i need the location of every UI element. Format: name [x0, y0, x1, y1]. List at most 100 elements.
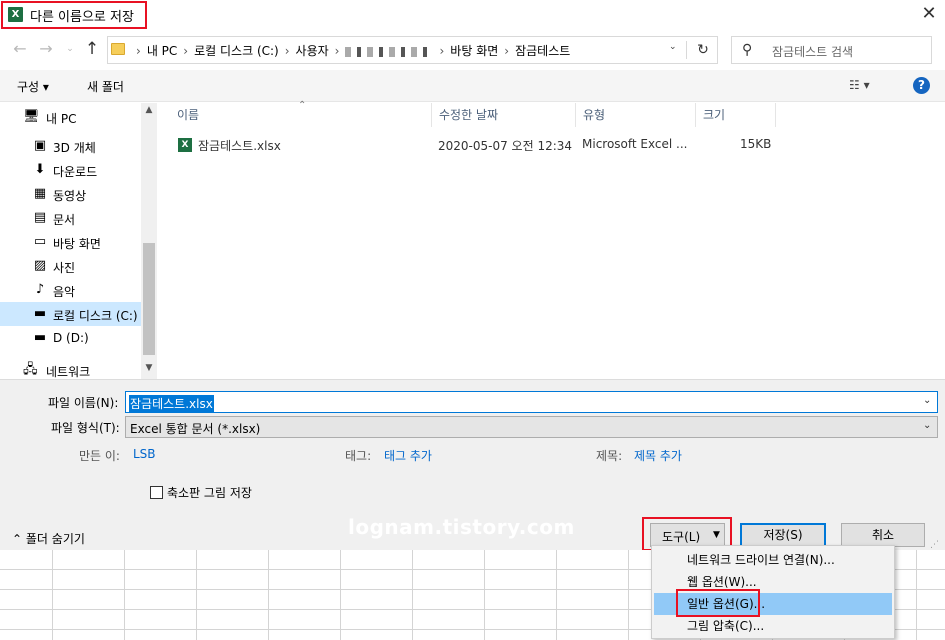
filetype-label: 파일 형식(T):	[51, 421, 120, 435]
folder-icon	[111, 43, 125, 55]
chevron-down-icon[interactable]: ⌄	[923, 420, 931, 431]
drive-icon: ▬	[33, 330, 47, 345]
breadcrumb-separator: ›	[504, 44, 510, 58]
file-type: Microsoft Excel ...	[582, 137, 688, 151]
refresh-icon[interactable]: ↻	[693, 41, 713, 59]
scroll-up-icon[interactable]: ▲	[141, 105, 157, 119]
excel-file-icon: X	[178, 138, 192, 152]
nav-scrollbar[interactable]: ▲ ▼	[141, 103, 157, 379]
computer-icon: 🖥	[23, 109, 40, 124]
address-divider	[686, 41, 687, 59]
sidebar-item-label: 다운로드	[53, 165, 98, 179]
column-header-type[interactable]: 유형	[576, 103, 696, 127]
drive-icon: ▬	[33, 306, 47, 321]
breadcrumb-separator: ›	[136, 44, 141, 58]
breadcrumb-item[interactable]: 내 PC	[147, 44, 177, 58]
address-dropdown-chevron-icon[interactable]: ⌄	[669, 42, 677, 52]
scroll-down-icon[interactable]: ▼	[141, 363, 157, 377]
sidebar-item[interactable]: ▭ 바탕 화면	[0, 230, 141, 254]
author-value[interactable]: LSB	[133, 447, 156, 461]
general-options-highlight-box	[676, 589, 760, 617]
address-bar[interactable]: › 내 PC › 로컬 디스크 (C:) › 사용자 › › 바탕 화면 › 잠금테스트 ⌄ ↻	[107, 36, 718, 64]
watermark-text: lognam.tistory.com	[348, 515, 575, 539]
sidebar-item-label: 바탕 화면	[53, 237, 101, 251]
filename-input[interactable]: 잠금테스트.xlsx ⌄	[125, 391, 938, 413]
forward-arrow-icon[interactable]: →	[36, 38, 56, 60]
tags-value[interactable]: 태그 추가	[384, 447, 432, 464]
menu-item-map-network-drive[interactable]: 네트워크 드라이브 연결(N)...	[654, 549, 892, 571]
title-highlight-box	[1, 1, 147, 29]
file-name[interactable]: 잠금테스트.xlsx	[198, 137, 281, 154]
column-header-size[interactable]: 크기	[696, 103, 776, 127]
close-icon[interactable]: ✕	[917, 3, 941, 27]
music-icon: ♪	[35, 282, 45, 297]
view-options-button[interactable]: ☷ ▾	[849, 78, 870, 92]
redacted-username	[345, 46, 434, 57]
resize-grip-icon[interactable]: ⋰	[930, 540, 939, 550]
tags-label: 태그:	[345, 449, 372, 463]
file-size: 15KB	[740, 137, 772, 151]
download-icon: ⬇	[34, 162, 46, 177]
sidebar-item[interactable]: ♪ 음악	[0, 278, 141, 302]
search-placeholder: 잠금테스트 검색	[772, 45, 854, 59]
save-button[interactable]: 저장(S)	[740, 523, 826, 547]
sidebar-item[interactable]: ▦ 동영상	[0, 182, 141, 206]
save-thumbnail-checkbox[interactable]	[150, 486, 163, 499]
breadcrumb-item[interactable]: 잠금테스트	[515, 44, 570, 58]
breadcrumb-item[interactable]: 사용자	[296, 44, 329, 58]
sidebar-item-label: 문서	[53, 213, 76, 227]
sidebar-item-label: 네트워크	[46, 365, 91, 379]
chevron-down-icon[interactable]: ⌄	[923, 395, 931, 406]
sidebar-item-label: 내 PC	[46, 112, 77, 126]
cancel-button[interactable]: 취소	[841, 523, 925, 547]
filename-value: 잠금테스트.xlsx	[129, 395, 214, 412]
save-thumbnail-label: 축소판 그림 저장	[167, 486, 252, 500]
navigation-pane: 🖥 내 PC ▣ 3D 개체 ⬇ 다운로드 ▦ 동영상 ▤ 문서 ▭ 바탕 화면 ▨ 사진 ♪ 음악 ▬ 로컬 디…	[0, 103, 157, 379]
sidebar-item[interactable]: 🖧 네트워크	[0, 358, 141, 380]
author-label: 만든 이:	[79, 449, 120, 463]
sidebar-item[interactable]: ▤ 문서	[0, 206, 141, 230]
sidebar-item-label: 음악	[53, 285, 76, 299]
help-icon[interactable]: ?	[913, 77, 930, 94]
recent-locations-chevron-icon[interactable]: ⌄	[64, 38, 76, 60]
scroll-thumb[interactable]	[143, 243, 155, 355]
menu-item-compress-pictures[interactable]: 그림 압축(C)...	[654, 615, 892, 637]
sidebar-item[interactable]: ▬ D (D:)	[0, 326, 141, 350]
filename-label: 파일 이름(N):	[48, 396, 119, 410]
title-label: 제목:	[596, 449, 623, 463]
breadcrumb-separator: ›	[183, 44, 189, 58]
file-modified: 2020-05-07 오전 12:34	[438, 139, 573, 153]
column-header-modified[interactable]: 수정한 날짜	[432, 103, 576, 127]
sort-ascending-icon: ⌃	[298, 100, 307, 111]
breadcrumb-separator: ›	[439, 44, 445, 58]
sidebar-item[interactable]: ▣ 3D 개체	[0, 134, 141, 158]
up-folder-arrow-icon[interactable]: ↑	[82, 38, 102, 60]
back-arrow-icon[interactable]: ←	[10, 38, 30, 60]
hide-folders-button[interactable]: ⌃ 폴더 숨기기	[12, 530, 85, 547]
organize-button[interactable]: 구성 ▾	[17, 78, 49, 95]
breadcrumb-item[interactable]: 바탕 화면	[450, 44, 498, 58]
chevron-up-icon: ⌃	[12, 532, 23, 546]
sidebar-item-label: D (D:)	[53, 331, 89, 345]
sidebar-item[interactable]: 🖥 내 PC	[0, 105, 141, 129]
document-icon: ▤	[33, 210, 47, 225]
sidebar-item[interactable]: ▨ 사진	[0, 254, 141, 278]
filetype-value: Excel 통합 문서 (*.xlsx)	[130, 422, 261, 436]
sidebar-item-label: 로컬 디스크 (C:)	[53, 309, 138, 323]
sidebar-item-label: 사진	[53, 261, 76, 275]
sidebar-item-label: 3D 개체	[53, 141, 96, 155]
search-input[interactable]: ⚲ 잠금테스트 검색	[731, 36, 932, 64]
network-icon: 🖧	[23, 362, 38, 377]
breadcrumb-item[interactable]: 로컬 디스크 (C:)	[194, 44, 279, 58]
sidebar-item-label: 동영상	[53, 189, 87, 203]
sidebar-item[interactable]: ⬇ 다운로드	[0, 158, 141, 182]
cube-icon: ▣	[33, 138, 47, 153]
breadcrumb-separator: ›	[334, 44, 340, 58]
breadcrumb: › 내 PC › 로컬 디스크 (C:) › 사용자 › › 바탕 화면 › 잠금테스트	[130, 42, 570, 59]
filetype-select[interactable]: Excel 통합 문서 (*.xlsx) ⌄	[125, 416, 938, 438]
sidebar-item[interactable]: ▬ 로컬 디스크 (C:)	[0, 302, 141, 326]
hide-folders-label: 폴더 숨기기	[25, 532, 85, 546]
new-folder-button[interactable]: 새 폴더	[87, 78, 124, 95]
picture-icon: ▨	[33, 258, 47, 273]
title-value[interactable]: 제목 추가	[634, 447, 682, 464]
